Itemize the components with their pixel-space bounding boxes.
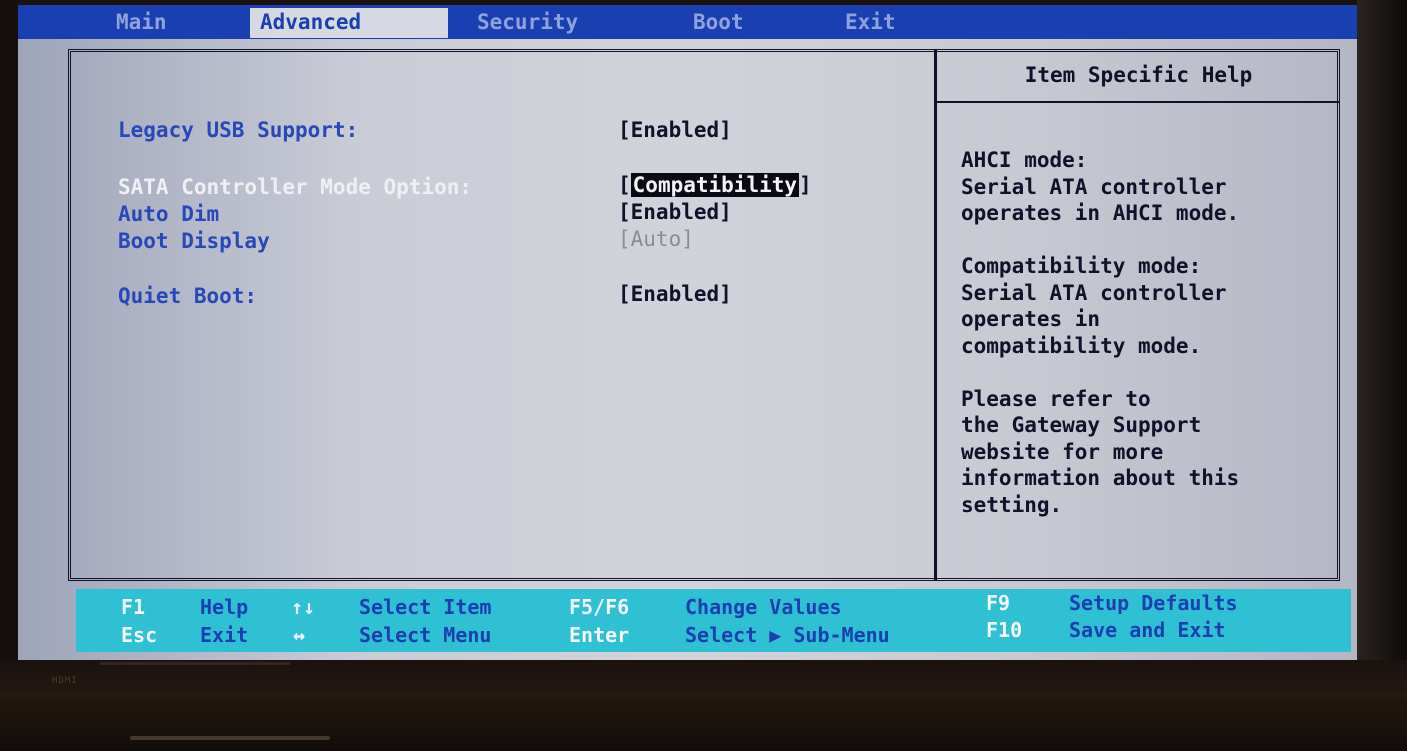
key-f10: F10: [986, 618, 1023, 642]
arrow-leftright-icon: ↔: [293, 623, 306, 647]
setting-legacy-usb-label[interactable]: Legacy USB Support:: [118, 118, 358, 142]
key-f5f6: F5/F6: [569, 595, 630, 619]
help-text: AHCI mode: Serial ATA controller operate…: [961, 148, 1240, 517]
menu-bar: Main Advanced Security Boot Exit: [18, 5, 1357, 39]
setting-quiet-boot-value[interactable]: [Enabled]: [618, 282, 732, 306]
key-f1-desc: Help: [200, 595, 249, 619]
hdmi-logo: HDMI: [52, 676, 78, 686]
tab-advanced[interactable]: Advanced: [250, 8, 448, 38]
key-f9-desc: Setup Defaults: [1069, 591, 1238, 615]
setting-boot-display-label[interactable]: Boot Display: [118, 229, 270, 253]
monitor-bezel-left: [0, 0, 18, 751]
setting-boot-display-value: [Auto]: [618, 227, 694, 251]
setting-sata-mode-label[interactable]: SATA Controller Mode Option:: [118, 175, 472, 199]
panel-divider: [934, 49, 937, 581]
arrow-updown-icon: ↑↓: [291, 595, 316, 619]
tab-security[interactable]: Security: [467, 8, 588, 38]
key-esc: Esc: [121, 623, 158, 647]
monitor-bezel-right: [1357, 0, 1407, 751]
tab-boot[interactable]: Boot: [683, 8, 754, 38]
bios-screen: Main Advanced Security Boot Exit Item Sp…: [18, 5, 1357, 660]
tab-exit[interactable]: Exit: [835, 8, 906, 38]
tab-main[interactable]: Main: [106, 8, 177, 38]
help-title-divider: [937, 101, 1340, 103]
setting-auto-dim-label[interactable]: Auto Dim: [118, 202, 219, 226]
help-panel-title: Item Specific Help: [1024, 63, 1253, 87]
setting-legacy-usb-value[interactable]: [Enabled]: [618, 118, 732, 142]
key-select-menu-desc: Select Menu: [359, 623, 492, 647]
setting-auto-dim-value[interactable]: [Enabled]: [618, 200, 732, 224]
key-select-item-desc: Select Item: [359, 595, 492, 619]
key-f9: F9: [986, 591, 1011, 615]
key-esc-desc: Exit: [200, 623, 249, 647]
bezel-reflection: [100, 662, 290, 665]
key-f10-desc: Save and Exit: [1069, 618, 1226, 642]
bracket-close: ]: [799, 173, 812, 197]
setting-sata-mode-value[interactable]: [Compatibility]: [618, 173, 812, 197]
bezel-glare: [130, 736, 330, 740]
key-enter: Enter: [569, 623, 630, 647]
key-help-bar: F1 Help ↑↓ Select Item F5/F6 Change Valu…: [76, 589, 1351, 652]
key-f5f6-desc: Change Values: [685, 595, 842, 619]
selected-value-highlight: Compatibility: [630, 173, 800, 197]
setting-quiet-boot-label[interactable]: Quiet Boot:: [118, 284, 257, 308]
key-enter-desc: Select ▶ Sub-Menu: [685, 623, 890, 647]
key-f1: F1: [121, 595, 146, 619]
bracket-open: [: [618, 173, 631, 197]
